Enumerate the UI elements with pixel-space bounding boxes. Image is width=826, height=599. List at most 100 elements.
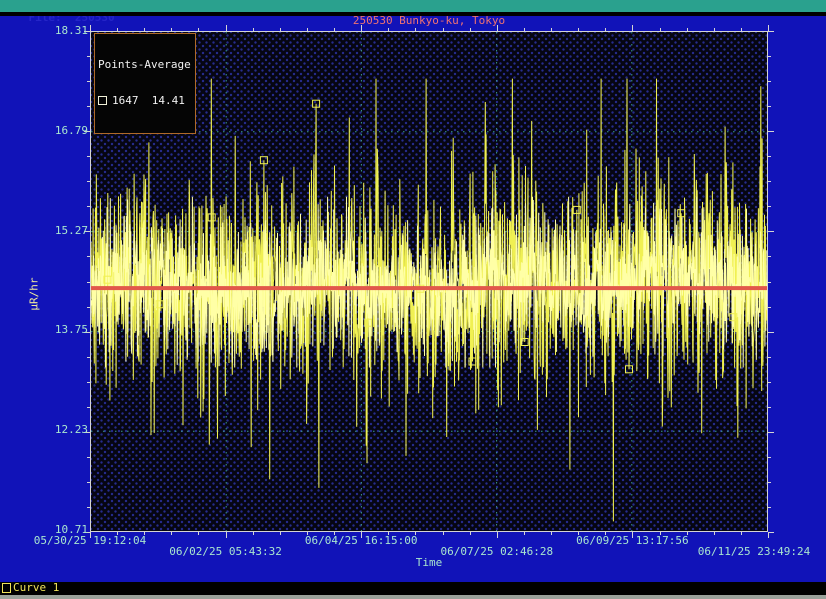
- y-tick-label: 16.79: [32, 125, 88, 137]
- axis-tick: [198, 532, 199, 535]
- axis-tick: [388, 28, 389, 31]
- axis-tick: [443, 28, 444, 31]
- legend-average-value: 14.41: [152, 94, 185, 107]
- plot-area: Points-Average 1647 14.41: [90, 31, 768, 532]
- axis-tick: [87, 307, 90, 308]
- axis-tick: [117, 28, 118, 31]
- axis-tick: [87, 256, 90, 257]
- chart-title: 250530 Bunkyo-ku, Tokyo: [90, 15, 768, 27]
- axis-tick: [171, 532, 172, 535]
- axis-tick: [741, 532, 742, 535]
- curve-legend-item[interactable]: Curve 1: [2, 582, 59, 595]
- axis-tick: [768, 181, 771, 182]
- axis-tick: [198, 28, 199, 31]
- axis-tick: [87, 282, 90, 283]
- axis-tick: [87, 81, 90, 82]
- axis-tick: [578, 28, 579, 31]
- status-bar: Curve 1: [0, 582, 826, 595]
- axis-tick: [768, 532, 774, 533]
- axis-tick: [226, 532, 227, 538]
- legend-gap: [139, 94, 152, 107]
- axis-tick: [144, 28, 145, 31]
- axis-tick: [87, 357, 90, 358]
- axis-tick: [87, 156, 90, 157]
- axis-tick: [768, 106, 771, 107]
- axis-tick: [334, 28, 335, 31]
- axis-tick: [87, 181, 90, 182]
- axis-tick: [87, 507, 90, 508]
- axis-tick: [280, 532, 281, 535]
- legend-box: Points-Average 1647 14.41: [94, 33, 196, 134]
- axis-tick: [87, 106, 90, 107]
- curve-square-marker-icon: [2, 583, 11, 593]
- axis-tick: [307, 28, 308, 31]
- x-axis-title: Time: [90, 557, 768, 569]
- x-tick-label: 06/02/25 05:43:32: [156, 546, 296, 558]
- axis-tick: [768, 131, 774, 132]
- axis-tick: [226, 25, 227, 31]
- axis-tick: [768, 382, 771, 383]
- axis-tick: [253, 28, 254, 31]
- y-tick-label: 18.31: [32, 25, 88, 37]
- axis-tick: [551, 28, 552, 31]
- axis-tick: [632, 25, 633, 31]
- axis-tick: [87, 457, 90, 458]
- x-tick-label: 06/04/25 16:15:00: [291, 535, 431, 547]
- legend-entry: 1647 14.41: [98, 95, 191, 107]
- axis-tick: [714, 532, 715, 535]
- axis-tick: [524, 532, 525, 535]
- axis-tick: [497, 25, 498, 31]
- window-bottom-edge: [0, 595, 826, 599]
- axis-tick: [768, 56, 771, 57]
- axis-tick: [714, 28, 715, 31]
- axis-tick: [768, 81, 771, 82]
- axis-tick: [87, 407, 90, 408]
- axis-tick: [524, 28, 525, 31]
- axis-tick: [497, 532, 498, 538]
- axis-tick: [87, 382, 90, 383]
- axis-tick: [768, 357, 771, 358]
- axis-tick: [470, 28, 471, 31]
- app-window: File: 250530 250530 Bunkyo-ku, Tokyo Poi…: [0, 0, 826, 599]
- axis-tick: [768, 307, 771, 308]
- x-tick-label: 06/07/25 02:46:28: [427, 546, 567, 558]
- axis-tick: [768, 156, 771, 157]
- axis-tick: [87, 56, 90, 57]
- axis-tick: [660, 28, 661, 31]
- legend-title: Points-Average: [98, 59, 191, 71]
- axis-tick: [361, 25, 362, 31]
- x-tick-label: 06/11/25 23:49:24: [684, 546, 824, 558]
- axis-tick: [87, 482, 90, 483]
- y-tick-label: 13.75: [32, 324, 88, 336]
- axis-tick: [171, 28, 172, 31]
- file-bar: File: 250530: [0, 0, 826, 12]
- axis-tick: [768, 457, 771, 458]
- axis-tick: [87, 206, 90, 207]
- axis-tick: [443, 532, 444, 535]
- axis-tick: [768, 31, 774, 32]
- axis-tick: [470, 532, 471, 535]
- y-axis-title: µR/hr: [29, 277, 41, 310]
- axis-tick: [768, 231, 774, 232]
- axis-tick: [768, 282, 771, 283]
- axis-tick: [768, 432, 774, 433]
- axis-tick: [768, 256, 771, 257]
- axis-tick: [768, 206, 771, 207]
- axis-tick: [551, 532, 552, 535]
- y-tick-label: 15.27: [32, 225, 88, 237]
- curve-label: Curve 1: [13, 581, 59, 594]
- y-tick-label: 12.23: [32, 424, 88, 436]
- axis-tick: [768, 332, 774, 333]
- x-tick-label: 05/30/25 19:12:04: [20, 535, 160, 547]
- axis-tick: [605, 28, 606, 31]
- axis-tick: [741, 28, 742, 31]
- axis-tick: [768, 407, 771, 408]
- axis-tick: [90, 25, 91, 31]
- legend-points-count: 1647: [112, 94, 139, 107]
- axis-tick: [415, 28, 416, 31]
- legend-square-marker-icon: [98, 96, 107, 105]
- axis-tick: [253, 532, 254, 535]
- axis-tick: [768, 482, 771, 483]
- axis-tick: [687, 28, 688, 31]
- axis-tick: [768, 507, 771, 508]
